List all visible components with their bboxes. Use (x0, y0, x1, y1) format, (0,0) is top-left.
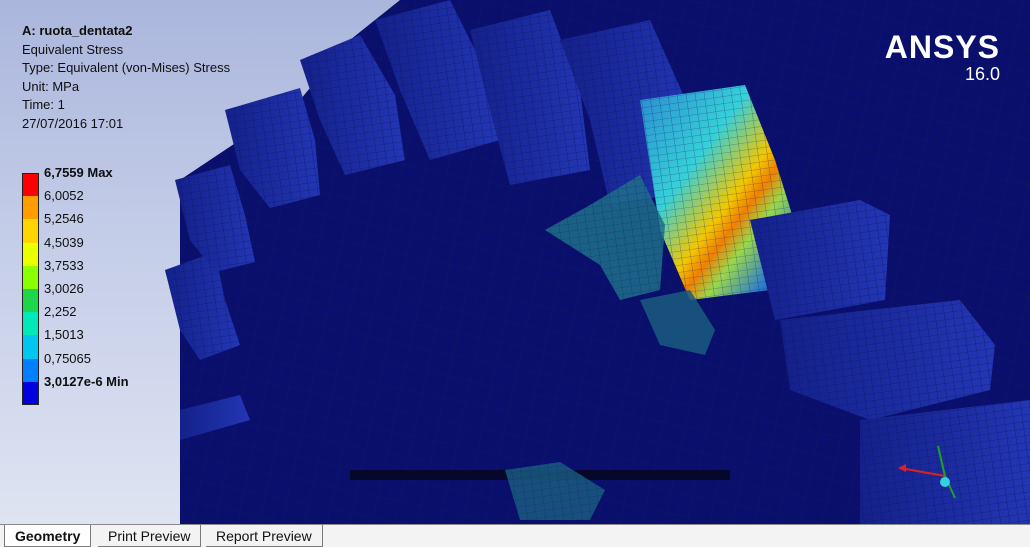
result-type: Type: Equivalent (von-Mises) Stress (22, 60, 231, 75)
tab-print-preview[interactable]: Print Preview (98, 525, 202, 547)
view-tab-bar: Geometry Print Preview Report Preview (0, 524, 1030, 547)
legend-swatch (22, 265, 39, 289)
legend-swatch (22, 381, 39, 405)
x-axis-icon (899, 467, 946, 477)
legend-swatch (22, 312, 39, 336)
triad-origin-icon (940, 477, 950, 487)
z-axis-icon (937, 445, 946, 477)
legend-label: 3,0026 (44, 280, 84, 296)
legend-label: 6,0052 (44, 188, 84, 204)
result-info-panel: A: ruota_dentata2 Equivalent Stress Type… (22, 22, 230, 133)
legend-label: 1,5013 (44, 327, 84, 343)
result-quantity: Equivalent Stress (22, 41, 124, 57)
brand-name: ANSYS (884, 29, 1000, 65)
tab-geometry[interactable]: Geometry (4, 525, 92, 547)
legend-swatch (22, 335, 39, 359)
legend-swatch (22, 358, 39, 382)
legend-swatch (22, 196, 39, 220)
brand-version: 16.0 (964, 64, 1000, 84)
legend-swatch (22, 173, 39, 197)
result-timestamp: 27/07/2016 17:01 (22, 115, 124, 131)
legend-label: 3,0127e-6 Min (44, 373, 129, 389)
result-unit: Unit: MPa (22, 78, 80, 94)
legend-swatch (22, 219, 39, 243)
legend-swatch (22, 288, 39, 313)
legend-label: 4,5039 (44, 234, 84, 250)
legend-label: 2,252 (44, 304, 77, 320)
result-time: Time: 1 (22, 97, 65, 112)
legend-label: 6,7559 Max (44, 165, 113, 180)
legend-swatch (22, 242, 39, 266)
result-title: A: ruota_dentata2 (22, 23, 133, 38)
legend-label: 5,2546 (44, 211, 84, 227)
ansys-logo: ANSYS 16.0 (885, 30, 1000, 84)
coordinate-triad[interactable] (880, 436, 990, 506)
graphics-viewport[interactable]: A: ruota_dentata2 Equivalent Stress Type… (0, 0, 1030, 524)
legend-label: 3,7533 (44, 257, 84, 273)
legend-label: 0,75065 (44, 350, 91, 366)
x-axis-arrow-icon (898, 464, 906, 472)
tab-report-preview[interactable]: Report Preview (206, 525, 323, 547)
